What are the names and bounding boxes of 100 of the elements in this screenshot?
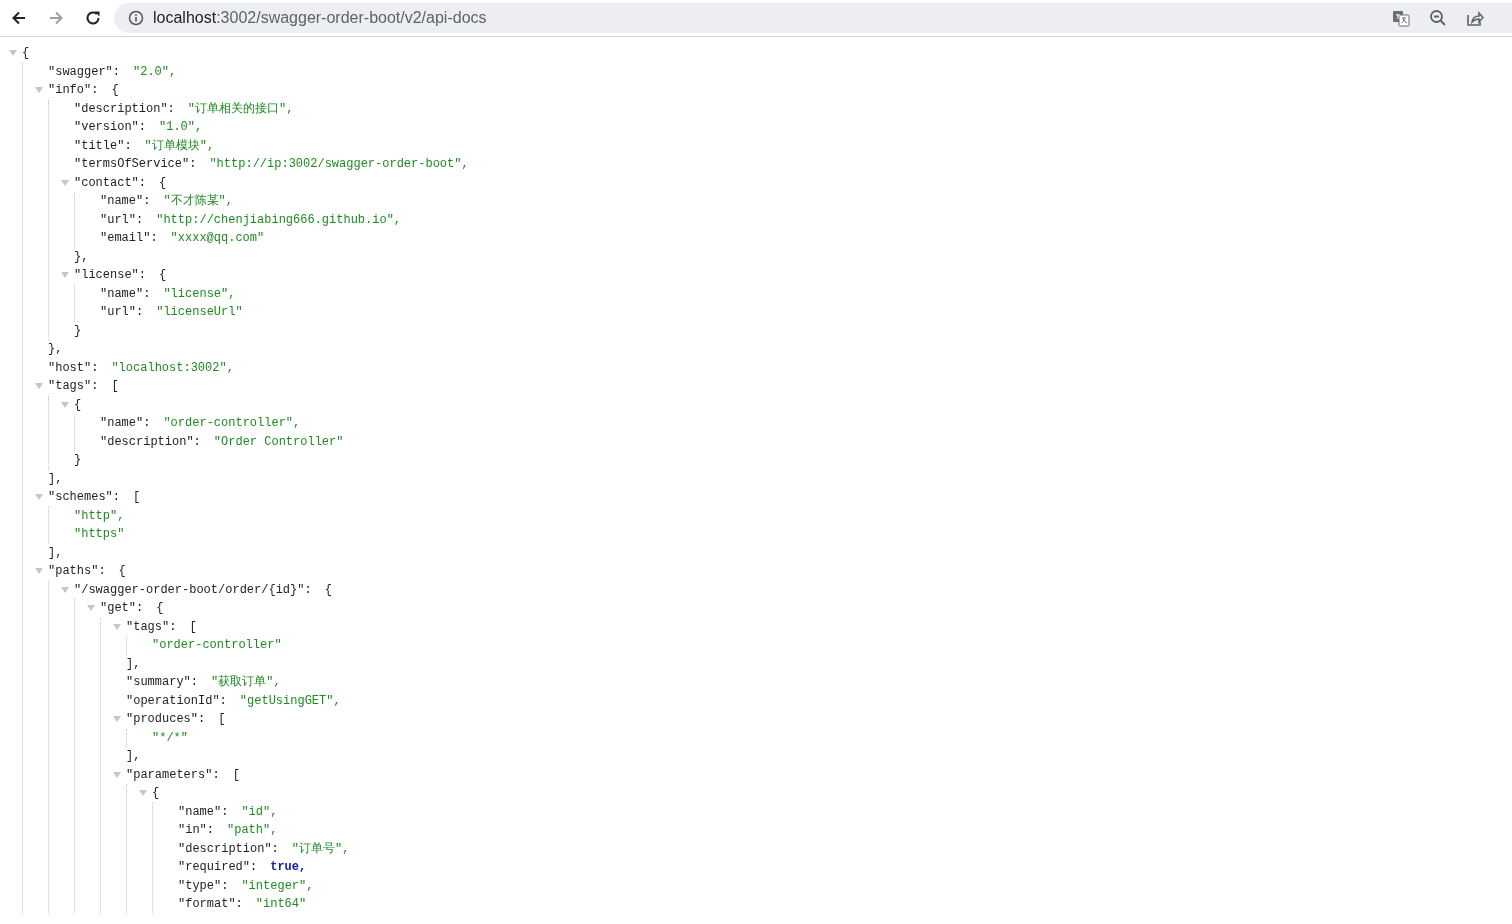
json-string: "*/*": [152, 729, 188, 747]
collapse-toggle-icon[interactable]: [61, 178, 69, 187]
json-key: "host":: [48, 358, 99, 377]
json-string: "order-controller",: [163, 415, 301, 433]
collapse-toggle-icon[interactable]: [61, 585, 69, 594]
json-string: "getUsingGET",: [239, 692, 341, 710]
json-key: "swagger":: [48, 62, 120, 81]
json-string: "http",: [74, 507, 125, 525]
open-bracket: {: [156, 600, 164, 618]
close-bracket: }: [74, 322, 82, 340]
json-key: "get":: [100, 599, 144, 618]
collapse-toggle-icon[interactable]: [35, 493, 43, 502]
json-key: "version":: [74, 118, 146, 137]
collapse-toggle-icon[interactable]: [9, 49, 17, 58]
json-key: "email":: [100, 229, 158, 248]
json-string: "order-controller": [152, 637, 282, 655]
collapse-toggle-icon[interactable]: [113, 622, 121, 631]
collapse-toggle-icon[interactable]: [61, 400, 69, 409]
json-key: "type":: [178, 876, 229, 895]
json-key: "/swagger-order-boot/order/{id}":: [74, 580, 312, 599]
json-string: "int64": [255, 896, 307, 914]
close-bracket: ],: [48, 470, 63, 488]
url-text[interactable]: localhost:3002/swagger-order-boot/v2/api-docs: [153, 6, 487, 30]
open-bracket: {: [159, 174, 167, 192]
collapse-toggle-icon[interactable]: [113, 770, 121, 779]
json-string: "订单号",: [291, 840, 350, 858]
open-bracket: [: [218, 711, 226, 729]
json-key: "url":: [100, 210, 144, 229]
json-string: "http://ip:3002/swagger-order-boot",: [209, 156, 469, 174]
json-key: "operationId":: [126, 691, 227, 710]
info-icon[interactable]: [128, 10, 144, 26]
json-key: "tags":: [48, 377, 99, 396]
translate-icon[interactable]: [1392, 9, 1410, 27]
json-key: "description":: [178, 839, 279, 858]
json-key: "license":: [74, 266, 146, 285]
json-string: "1.0",: [159, 119, 203, 137]
open-bracket: {: [111, 82, 119, 100]
open-bracket: {: [118, 563, 126, 581]
json-key: "description":: [74, 99, 175, 118]
json-key: "parameters":: [126, 765, 220, 784]
json-string: "订单模块",: [144, 137, 215, 155]
json-key: "paths":: [48, 562, 106, 581]
open-bracket: {: [22, 45, 30, 63]
json-key: "termsOfService":: [74, 155, 197, 174]
share-icon[interactable]: [1466, 9, 1484, 27]
json-string: "xxxx@qq.com": [170, 230, 265, 248]
json-key: "in":: [178, 821, 214, 840]
json-string: "id",: [241, 803, 278, 821]
address-bar[interactable]: localhost:3002/swagger-order-boot/v2/api-docs: [114, 3, 1512, 33]
json-string: "https": [74, 526, 125, 544]
json-key: "name":: [100, 284, 151, 303]
json-string: "不才陈某",: [163, 193, 234, 211]
json-literal: true,: [270, 859, 307, 877]
json-key: "schemes":: [48, 488, 120, 507]
json-string: "integer",: [241, 877, 314, 895]
json-string: "获取订单",: [211, 674, 281, 692]
json-key: "name":: [100, 192, 151, 211]
collapse-toggle-icon[interactable]: [35, 382, 43, 391]
close-bracket: },: [48, 341, 63, 359]
arrow-icon: [10, 9, 28, 27]
json-key: "description":: [100, 432, 201, 451]
open-bracket: [: [133, 489, 141, 507]
collapse-toggle-icon[interactable]: [113, 715, 121, 724]
json-key: "title":: [74, 136, 132, 155]
open-bracket: {: [152, 785, 160, 803]
close-bracket: }: [74, 452, 82, 470]
open-bracket: {: [324, 581, 332, 599]
collapse-toggle-icon[interactable]: [35, 567, 43, 576]
open-bracket: {: [74, 396, 82, 414]
open-bracket: {: [159, 267, 167, 285]
json-string: "path",: [227, 822, 278, 840]
json-key: "tags":: [126, 617, 177, 636]
json-key: "format":: [178, 895, 243, 914]
json-key: "info":: [48, 81, 99, 100]
json-string: "Order Controller": [213, 433, 344, 451]
json-key: "produces":: [126, 710, 206, 729]
open-bracket: [: [189, 618, 197, 636]
json-string: "2.0",: [133, 63, 177, 81]
close-bracket: ],: [48, 544, 63, 562]
reload-icon: [84, 9, 102, 27]
arrow-icon: [47, 9, 65, 27]
zoom-out-icon[interactable]: [1429, 9, 1447, 27]
json-key: "name":: [100, 414, 151, 433]
json-string: "license",: [163, 285, 236, 303]
close-bracket: ],: [126, 655, 141, 673]
json-string: "licenseUrl": [156, 304, 243, 322]
json-string: "http://chenjiabing666.github.io",: [156, 211, 402, 229]
json-key: "required":: [178, 858, 258, 877]
json-key: "name":: [178, 802, 229, 821]
json-key: "url":: [100, 303, 144, 322]
json-string: "订单相关的接口",: [187, 100, 294, 118]
collapse-toggle-icon[interactable]: [87, 604, 95, 613]
json-key: "summary":: [126, 673, 198, 692]
json-string: "localhost:3002",: [111, 359, 234, 377]
collapse-toggle-icon[interactable]: [139, 789, 147, 798]
close-bracket: ],: [126, 748, 141, 766]
collapse-toggle-icon[interactable]: [35, 86, 43, 95]
json-key: "contact":: [74, 173, 146, 192]
close-bracket: },: [74, 248, 89, 266]
collapse-toggle-icon[interactable]: [61, 271, 69, 280]
